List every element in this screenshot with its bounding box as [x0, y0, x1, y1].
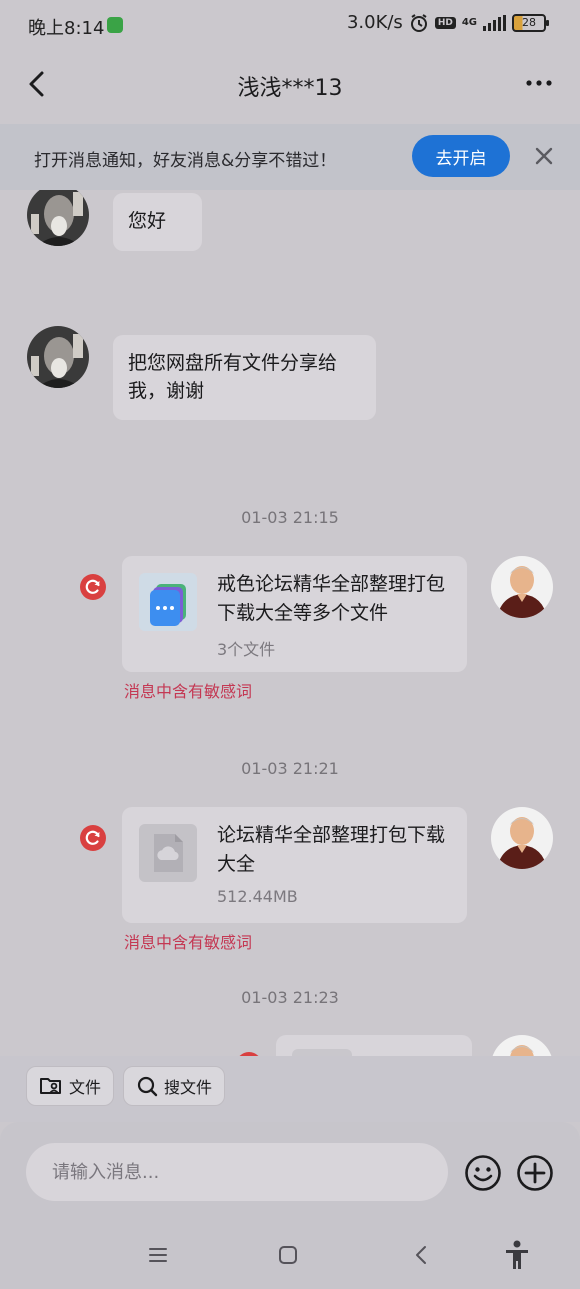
folder-user-icon	[40, 1078, 61, 1094]
accessibility-button[interactable]	[500, 1238, 534, 1272]
accessibility-icon	[506, 1240, 528, 1269]
multi-file-icon	[139, 573, 197, 631]
recent-apps-button[interactable]	[141, 1238, 175, 1272]
notification-banner: 打开消息通知，好友消息&分享不错过！ 去开启	[0, 124, 580, 190]
status-time: 晚上8:14	[28, 18, 105, 39]
retry-icon[interactable]	[80, 574, 106, 600]
search-files-chip-label: 搜文件	[164, 1078, 213, 1097]
cloud-file-icon	[139, 824, 197, 882]
user-avatar[interactable]	[491, 807, 553, 869]
system-navigation-bar	[0, 1220, 580, 1289]
message-input-bar	[0, 1122, 580, 1220]
search-icon	[137, 1076, 158, 1097]
menu-icon	[149, 1248, 167, 1262]
chat-messages[interactable]: 您好 把您网盘所有文件分享给我，谢谢 01-03 21:15 戒色论坛精华全部整…	[0, 190, 580, 1056]
more-icon[interactable]	[524, 68, 554, 98]
battery-icon: 28	[512, 13, 549, 32]
file-size: 512.44MB	[217, 887, 298, 906]
file-message-card[interactable]: 论坛精华全部整理打包下载大全 512.44MB	[122, 807, 467, 923]
status-bar: 晚上8:14 3.0K/s HD 4G 28	[0, 0, 580, 52]
app-notification-icon	[107, 17, 123, 33]
notice-text: 打开消息通知，好友消息&分享不错过！	[34, 151, 337, 171]
file-subtitle: 3个文件	[217, 640, 276, 659]
user-avatar[interactable]	[491, 1035, 553, 1056]
file-title: 论坛精华全部整理打包下载大全	[217, 824, 446, 875]
message-bubble[interactable]: 把您网盘所有文件分享给我，谢谢	[113, 335, 376, 420]
close-icon[interactable]	[532, 144, 556, 168]
signal-icon	[483, 14, 506, 31]
alarm-icon	[410, 13, 427, 32]
enable-notifications-button[interactable]: 去开启	[412, 135, 510, 177]
hd-badge: HD	[434, 16, 456, 29]
network-type: 4G	[461, 17, 477, 28]
file-message-card[interactable]	[276, 1035, 472, 1056]
page-title: 浅浅***13	[237, 76, 343, 101]
sensitive-word-warning: 消息中含有敏感词	[124, 682, 253, 701]
timestamp: 01-03 21:23	[241, 988, 339, 1007]
home-button[interactable]	[271, 1238, 305, 1272]
title-bar: 浅浅***13	[0, 52, 580, 118]
status-indicators: 3.0K/s HD 4G 28	[346, 12, 549, 33]
user-avatar[interactable]	[491, 556, 553, 618]
message-bubble[interactable]: 您好	[113, 193, 202, 251]
plus-icon[interactable]	[516, 1154, 554, 1192]
message-input[interactable]	[26, 1143, 448, 1201]
emoji-icon[interactable]	[464, 1154, 502, 1192]
file-message-card[interactable]: 戒色论坛精华全部整理打包下载大全等多个文件 3个文件	[122, 556, 467, 672]
contact-avatar[interactable]	[27, 190, 89, 246]
quick-actions: 文件 搜文件	[0, 1056, 580, 1122]
sensitive-word-warning: 消息中含有敏感词	[124, 933, 253, 952]
file-title: 戒色论坛精华全部整理打包下载大全等多个文件	[217, 573, 446, 624]
battery-level: 28	[522, 16, 536, 29]
timestamp: 01-03 21:21	[241, 759, 339, 778]
files-chip-label: 文件	[69, 1078, 102, 1097]
retry-icon[interactable]	[80, 825, 106, 851]
back-arrow-icon	[416, 1246, 426, 1264]
network-speed: 3.0K/s	[346, 12, 403, 33]
timestamp: 01-03 21:15	[241, 508, 339, 527]
search-files-chip[interactable]: 搜文件	[123, 1066, 226, 1106]
files-chip[interactable]: 文件	[26, 1066, 115, 1106]
contact-avatar[interactable]	[27, 326, 89, 388]
back-button[interactable]	[404, 1238, 438, 1272]
home-square-icon	[279, 1246, 297, 1264]
